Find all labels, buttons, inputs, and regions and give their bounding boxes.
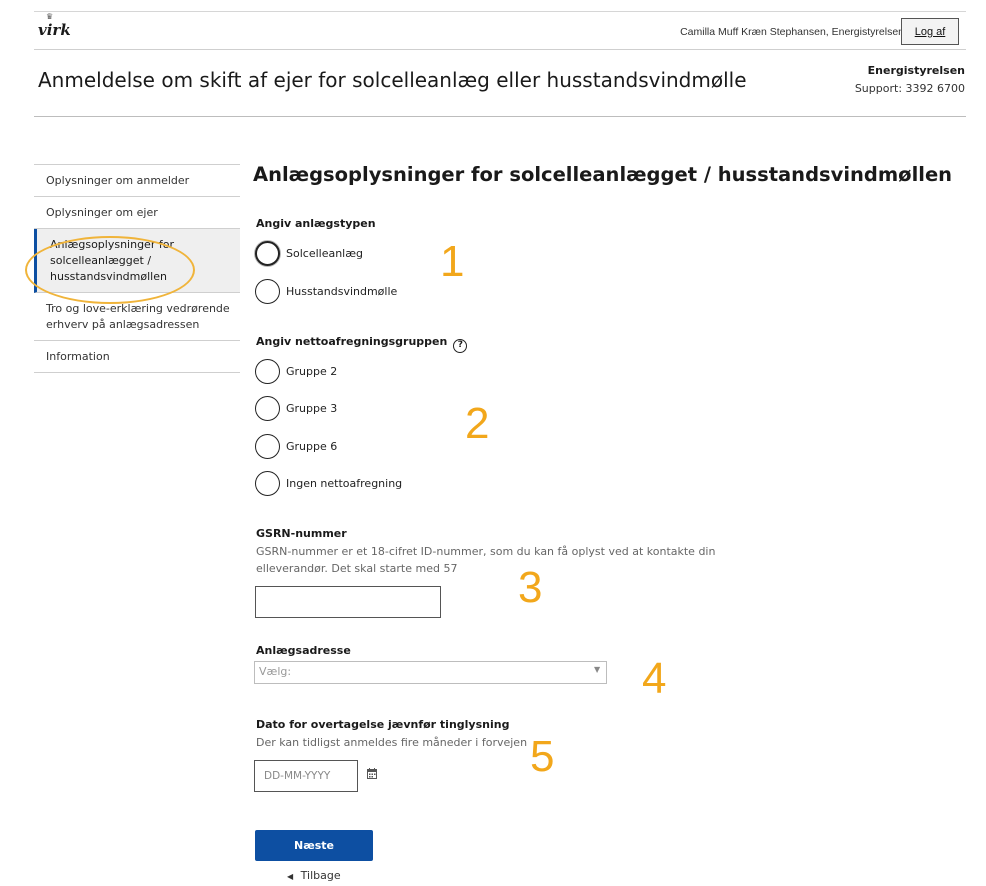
radio-gruppe-3[interactable]: Gruppe 3	[255, 396, 337, 421]
back-link[interactable]: ◀ Tilbage	[287, 869, 341, 882]
annotation-step-1: 1	[440, 237, 465, 286]
radio-solcelleanlaeg[interactable]: Solcelleanlæg	[255, 241, 363, 266]
chevron-left-icon: ◀	[287, 872, 294, 881]
sidebar-item-anmelder[interactable]: Oplysninger om anmelder	[34, 165, 240, 197]
radio-circle[interactable]	[255, 279, 280, 304]
radio-circle[interactable]	[255, 396, 280, 421]
sidebar-item-information[interactable]: Information	[34, 341, 240, 373]
back-label: Tilbage	[300, 869, 341, 882]
gsrn-label: GSRN-nummer	[256, 527, 347, 540]
address-select-value: Vælg:	[259, 665, 292, 678]
next-button[interactable]: Næste	[255, 830, 373, 861]
title-divider	[34, 116, 966, 117]
sidebar-nav: Oplysninger om anmelder Oplysninger om e…	[34, 164, 240, 373]
radio-circle[interactable]	[255, 241, 280, 266]
radio-gruppe-6[interactable]: Gruppe 6	[255, 434, 337, 459]
annotation-step-2: 2	[465, 399, 490, 448]
radio-husstandsvindmoelle[interactable]: Husstandsvindmølle	[255, 279, 397, 304]
top-divider	[34, 11, 966, 12]
annotation-step-5: 5	[530, 732, 555, 781]
radio-label: Ingen nettoafregning	[286, 477, 403, 490]
radio-label: Gruppe 3	[286, 402, 338, 415]
net-group-label-text: Angiv nettoafregningsgruppen	[256, 335, 448, 348]
chevron-down-icon: ▼	[594, 665, 601, 674]
org-name: Energistyrelsen	[867, 64, 965, 77]
section-heading: Anlægsoplysninger for solcelleanlægget /…	[253, 163, 953, 186]
virk-logo[interactable]: virk	[38, 21, 71, 39]
annotation-step-4: 4	[642, 654, 667, 703]
page-title: Anmeldelse om skift af ejer for solcelle…	[38, 68, 747, 92]
radio-circle[interactable]	[255, 359, 280, 384]
radio-circle[interactable]	[255, 434, 280, 459]
radio-gruppe-2[interactable]: Gruppe 2	[255, 359, 337, 384]
user-name: Camilla Muff Kræn Stephansen, Energistyr…	[680, 26, 904, 38]
address-label: Anlægsadresse	[256, 644, 351, 657]
facility-type-label: Angiv anlægstypen	[256, 217, 376, 230]
date-label: Dato for overtagelse jævnfør tinglysning	[256, 718, 510, 731]
net-group-label: Angiv nettoafregningsgruppen?	[256, 335, 468, 353]
sidebar-item-ejer[interactable]: Oplysninger om ejer	[34, 197, 240, 229]
radio-label: Husstandsvindmølle	[286, 285, 398, 298]
sidebar-item-tro-og-love[interactable]: Tro og love-erklæring vedrørende erhverv…	[34, 293, 240, 341]
address-select[interactable]	[254, 661, 607, 684]
header-divider	[34, 49, 966, 50]
logout-button[interactable]: Log af	[901, 18, 959, 45]
crown-icon: ♛	[46, 12, 54, 21]
radio-label: Gruppe 6	[286, 440, 338, 453]
gsrn-input[interactable]	[255, 586, 441, 618]
date-placeholder: DD-MM-YYYY	[264, 770, 331, 782]
date-hint: Der kan tidligst anmeldes fire måneder i…	[256, 736, 528, 749]
sidebar-item-anlaeg[interactable]: Anlægsoplysninger for solcelleanlægget /…	[34, 229, 240, 293]
radio-circle[interactable]	[255, 471, 280, 496]
support-phone: Support: 3392 6700	[854, 82, 965, 95]
annotation-step-3: 3	[518, 563, 543, 612]
radio-ingen-nettoafregning[interactable]: Ingen nettoafregning	[255, 471, 402, 496]
date-input[interactable]: DD-MM-YYYY	[254, 760, 358, 792]
gsrn-hint-line2: elleverandør. Det skal starte med 57	[256, 562, 458, 575]
radio-label: Gruppe 2	[286, 365, 338, 378]
help-icon[interactable]: ?	[453, 339, 468, 353]
radio-label: Solcelleanlæg	[286, 247, 364, 260]
calendar-icon[interactable]	[367, 768, 377, 779]
